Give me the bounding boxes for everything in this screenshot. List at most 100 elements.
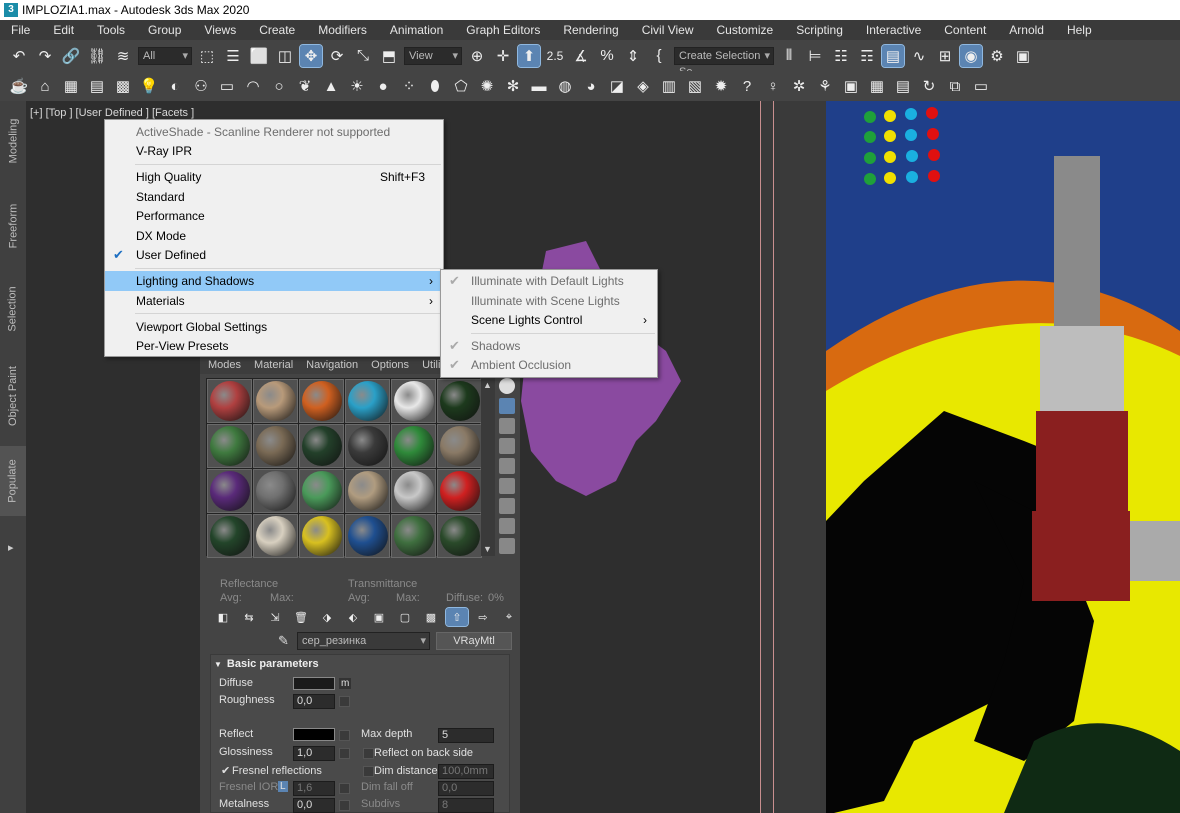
plane-icon[interactable]: ▭	[216, 75, 238, 97]
menu-tools[interactable]: Tools	[86, 20, 137, 40]
material-slot[interactable]	[253, 514, 298, 558]
material-slot[interactable]	[299, 514, 344, 558]
menu-create[interactable]: Create	[248, 20, 307, 40]
material-slot[interactable]	[253, 469, 298, 513]
spinner-snap-icon[interactable]: ⇕	[622, 45, 644, 67]
reflect-map-button[interactable]	[339, 730, 350, 741]
material-slot[interactable]	[345, 424, 390, 468]
bind-space-warp-icon[interactable]: ≋	[112, 45, 134, 67]
named-sets-icon[interactable]: {	[648, 45, 670, 67]
material-id-icon[interactable]: ▣	[368, 608, 390, 626]
bitmap-icon[interactable]: ◪	[606, 75, 628, 97]
put-to-scene-icon[interactable]: ⇆	[238, 608, 260, 626]
material-sphere-icon[interactable]: ◕	[580, 75, 602, 97]
glossiness-map-button[interactable]	[339, 748, 350, 759]
tab-modeling[interactable]: Modeling	[0, 101, 26, 181]
eyedropper-icon[interactable]: ✎	[278, 633, 289, 649]
unlink-icon[interactable]: ⛓	[86, 45, 108, 67]
ribbon-icon[interactable]: ▤	[881, 43, 905, 68]
sphere-icon[interactable]: ○	[268, 75, 290, 97]
material-slot[interactable]	[391, 379, 436, 423]
rect-selection-icon[interactable]: ⬜	[248, 45, 270, 67]
select-by-name-icon[interactable]: ☰	[222, 45, 244, 67]
background-icon[interactable]	[499, 418, 515, 434]
percent-snap-icon[interactable]: %	[596, 45, 618, 67]
align-icon[interactable]: ⊨	[804, 45, 826, 67]
menu-item-shadows[interactable]: ✔ Shadows	[441, 336, 657, 356]
fresnel-checkbox[interactable]: ✔	[221, 764, 230, 777]
video-color-icon[interactable]	[499, 458, 515, 474]
slots-scrollbar[interactable]: ▲ ▼	[481, 378, 495, 556]
reset-map-icon[interactable]: 🗑	[290, 608, 312, 626]
keyboard-shortcut-icon[interactable]: ⬆	[517, 43, 541, 68]
menu-file[interactable]: File	[0, 20, 42, 40]
material-slot[interactable]	[207, 424, 252, 468]
grass-icon[interactable]: ✻	[502, 75, 524, 97]
menu-modifiers[interactable]: Modifiers	[307, 20, 379, 40]
show-shaded-icon[interactable]: ▢	[394, 608, 416, 626]
material-slot[interactable]	[207, 379, 252, 423]
light-lister-icon[interactable]: 💡	[138, 75, 160, 97]
link-icon[interactable]: 🔗	[60, 45, 82, 67]
expand-icon[interactable]: ▸	[8, 541, 14, 554]
copy-icon[interactable]: ⧉	[944, 75, 966, 97]
vray-ipr-icon[interactable]: ◈	[632, 75, 654, 97]
menu-item-high-quality[interactable]: High Quality Shift+F3	[105, 167, 443, 187]
frame-icon[interactable]: ▦	[866, 75, 888, 97]
scroll-down-icon[interactable]: ▼	[483, 544, 492, 554]
material-name-field[interactable]: сер_резинка	[297, 632, 430, 650]
selection-set-dropdown[interactable]: Create Selection Se	[674, 46, 774, 78]
group-icon[interactable]: ⚘	[814, 75, 836, 97]
render-region-icon[interactable]: ▣	[840, 75, 862, 97]
max-depth-spinner[interactable]: 5	[438, 728, 494, 743]
menu-item-user-defined[interactable]: ✔ User Defined	[105, 245, 443, 265]
menu-group[interactable]: Group	[137, 20, 193, 40]
material-slot[interactable]	[391, 514, 436, 558]
diffuse-color-swatch[interactable]	[293, 677, 335, 690]
metalness-spinner[interactable]: 0,0	[293, 798, 335, 813]
window-crossing-icon[interactable]: ◫	[274, 45, 296, 67]
select-move-icon[interactable]: ✥	[299, 43, 323, 68]
menu-views[interactable]: Views	[193, 20, 248, 40]
dome-icon[interactable]: ◠	[242, 75, 264, 97]
material-slot[interactable]	[437, 514, 482, 558]
ies-light-icon[interactable]: ●	[372, 75, 394, 97]
menu-item-ambient-occlusion[interactable]: ✔ Ambient Occlusion	[441, 355, 657, 375]
render-list-icon[interactable]: ▤	[86, 75, 108, 97]
material-slot[interactable]	[391, 424, 436, 468]
scene-viewport[interactable]	[774, 101, 1180, 813]
gear-mesh-icon[interactable]: ✺	[476, 75, 498, 97]
sun-light-icon[interactable]: ◐	[164, 75, 186, 97]
selection-filter-dropdown[interactable]: All	[138, 46, 192, 65]
menu-item-viewport-global-settings[interactable]: Viewport Global Settings	[105, 317, 443, 337]
menu-scripting[interactable]: Scripting	[785, 20, 855, 40]
tab-object-paint[interactable]: Object Paint	[0, 346, 26, 446]
material-slot[interactable]	[437, 469, 482, 513]
material-lister-icon[interactable]: ⚇	[190, 75, 212, 97]
dim-falloff-spinner[interactable]: 0,0	[438, 781, 494, 796]
menu-material[interactable]: Material	[246, 356, 298, 374]
menu-arnold[interactable]: Arnold	[998, 20, 1056, 40]
assign-material-icon[interactable]: ⇲	[264, 608, 286, 626]
snap-toggle-icon[interactable]: 2.5	[544, 45, 566, 67]
material-slot[interactable]	[299, 424, 344, 468]
material-slot[interactable]	[207, 514, 252, 558]
get-material-icon[interactable]: ◧	[212, 608, 234, 626]
menu-edit[interactable]: Edit	[42, 20, 86, 40]
frame-buffer-icon[interactable]: ▩	[112, 75, 134, 97]
roughness-map-button[interactable]	[339, 696, 350, 707]
menu-modes[interactable]: Modes	[200, 356, 246, 374]
menu-interactive[interactable]: Interactive	[855, 20, 933, 40]
film-icon[interactable]: ▤	[892, 75, 914, 97]
material-slot[interactable]	[345, 379, 390, 423]
menu-options[interactable]: Options	[363, 356, 414, 374]
sun-settings-icon[interactable]: ✹	[710, 75, 732, 97]
menu-item-standard[interactable]: Standard	[105, 187, 443, 207]
fresnel-ior-spinner[interactable]: 1,6	[293, 781, 335, 796]
angle-snap-icon[interactable]: ∡	[570, 45, 592, 67]
pivot-icon[interactable]: ⊕	[466, 45, 488, 67]
reflect-back-checkbox[interactable]	[363, 748, 374, 759]
reflect-color-swatch[interactable]	[293, 728, 335, 741]
select-object-icon[interactable]: ⬚	[196, 45, 218, 67]
menu-content[interactable]: Content	[933, 20, 998, 40]
